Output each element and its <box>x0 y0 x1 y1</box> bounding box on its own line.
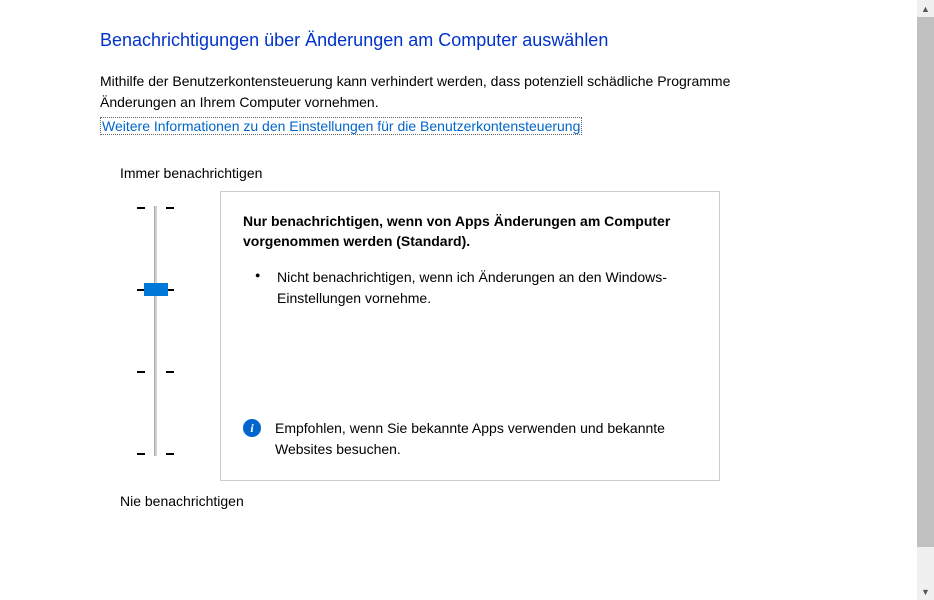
slider-tick <box>166 453 174 455</box>
scroll-down-arrow-icon[interactable]: ▼ <box>917 583 934 600</box>
panel-bullet-item: Nicht benachrichtigen, wenn ich Änderung… <box>261 267 697 309</box>
help-link[interactable]: Weitere Informationen zu den Einstellung… <box>100 117 582 135</box>
slider-thumb[interactable] <box>144 283 168 296</box>
vertical-scrollbar[interactable]: ▲ ▼ <box>917 0 934 600</box>
uac-slider-section: Immer benachrichtigen Nur benachrichtige… <box>120 165 914 509</box>
slider-row: Nur benachrichtigen, wenn von Apps Änder… <box>120 191 914 481</box>
slider-tick <box>137 371 145 373</box>
slider-tick <box>166 207 174 209</box>
slider-tick <box>137 453 145 455</box>
slider-top-label: Immer benachrichtigen <box>120 165 914 181</box>
slider-tick <box>166 371 174 373</box>
recommendation-row: i Empfohlen, wenn Sie bekannte Apps verw… <box>243 418 697 460</box>
panel-bullet-list: Nicht benachrichtigen, wenn ich Änderung… <box>243 267 697 309</box>
content-area: Benachrichtigungen über Änderungen am Co… <box>0 0 914 600</box>
scroll-up-arrow-icon[interactable]: ▲ <box>917 0 934 17</box>
uac-slider[interactable] <box>120 191 190 471</box>
slider-bottom-label: Nie benachrichtigen <box>120 493 914 509</box>
level-description-panel: Nur benachrichtigen, wenn von Apps Änder… <box>220 191 720 481</box>
panel-heading: Nur benachrichtigen, wenn von Apps Änder… <box>243 212 697 251</box>
slider-tick <box>137 207 145 209</box>
page-title: Benachrichtigungen über Änderungen am Co… <box>100 30 914 51</box>
scroll-thumb[interactable] <box>917 17 934 547</box>
page-description: Mithilfe der Benutzerkontensteuerung kan… <box>100 71 800 113</box>
slider-track <box>154 206 158 456</box>
info-icon: i <box>243 419 261 437</box>
recommendation-text: Empfohlen, wenn Sie bekannte Apps verwen… <box>275 418 697 460</box>
